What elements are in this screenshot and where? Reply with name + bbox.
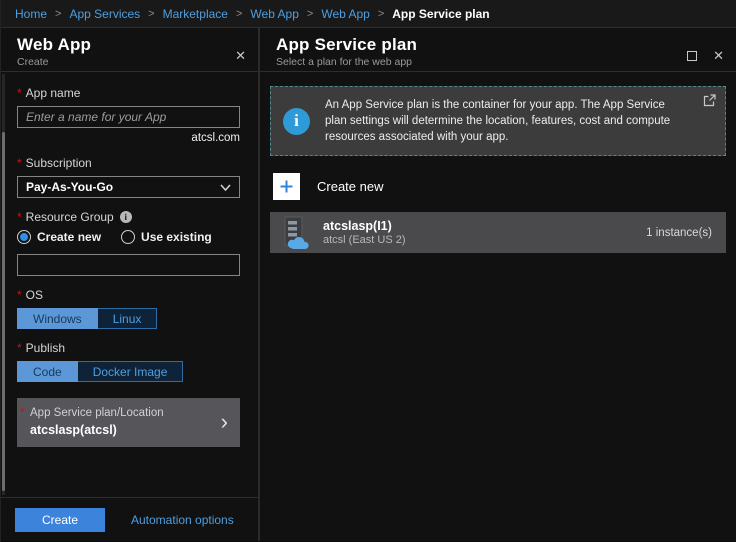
breadcrumb-separator: > bbox=[377, 7, 385, 20]
web-app-blade-footer: Create Automation options bbox=[1, 497, 258, 541]
required-marker: * bbox=[17, 210, 22, 224]
info-icon[interactable]: i bbox=[119, 211, 132, 223]
info-banner-text: An App Service plan is the container for… bbox=[325, 99, 671, 144]
web-app-create-blade: Web App Create ✕ * App name atcsl.com bbox=[1, 28, 260, 541]
blade-subtitle: Create bbox=[17, 56, 49, 68]
breadcrumb-marketplace[interactable]: Marketplace bbox=[163, 7, 228, 21]
maximize-icon[interactable] bbox=[687, 50, 698, 61]
radio-use-existing-label: Use existing bbox=[141, 230, 212, 244]
os-windows-button[interactable]: Windows bbox=[17, 308, 98, 329]
app-service-plan-selector-text: * App Service plan/Location atcslasp(atc… bbox=[20, 405, 164, 437]
plan-detail: atcsl (East US 2) bbox=[323, 234, 406, 247]
app-name-domain-suffix: atcsl.com bbox=[191, 132, 240, 144]
breadcrumb-web-app-2[interactable]: Web App bbox=[321, 7, 369, 21]
close-icon[interactable]: ✕ bbox=[713, 49, 724, 62]
app-service-plan-icon bbox=[280, 216, 310, 250]
scrollbar-thumb[interactable] bbox=[2, 132, 5, 491]
web-app-blade-titles: Web App Create bbox=[17, 35, 91, 71]
app-name-input[interactable] bbox=[17, 106, 240, 128]
app-name-label-text: App name bbox=[25, 86, 81, 100]
publish-code-button[interactable]: Code bbox=[17, 361, 78, 382]
app-service-plan-selector-value: atcslasp(atcsl) bbox=[30, 423, 117, 437]
blade-container: Web App Create ✕ * App name atcsl.com bbox=[1, 28, 736, 541]
breadcrumb-web-app-1[interactable]: Web App bbox=[250, 7, 298, 21]
subscription-select[interactable]: Pay-As-You-Go bbox=[17, 176, 240, 198]
info-icon: i bbox=[283, 107, 310, 135]
close-icon[interactable]: ✕ bbox=[235, 49, 246, 62]
radio-create-new[interactable]: Create new bbox=[17, 230, 101, 244]
breadcrumb-home[interactable]: Home bbox=[15, 7, 47, 21]
required-marker: * bbox=[17, 86, 22, 100]
resource-group-radio-group: Create new Use existing bbox=[17, 230, 240, 244]
app-service-plan-selector-label-row: * App Service plan/Location bbox=[20, 405, 164, 419]
plan-list-item[interactable]: atcslasp(I1) atcsl (East US 2) 1 instanc… bbox=[270, 212, 726, 254]
automation-options-link[interactable]: Automation options bbox=[131, 513, 234, 527]
blade-header-icons: ✕ bbox=[235, 35, 246, 71]
app-service-plan-blade-header: App Service plan Select a plan for the w… bbox=[260, 28, 736, 72]
os-label: * OS bbox=[17, 288, 240, 302]
radio-unselected-icon[interactable] bbox=[121, 230, 136, 244]
publish-toggle-group: Code Docker Image bbox=[17, 361, 240, 382]
breadcrumb-separator: > bbox=[148, 7, 155, 20]
blade-title: App Service plan bbox=[276, 35, 418, 54]
create-button[interactable]: Create bbox=[15, 507, 105, 532]
subscription-selected-value: Pay-As-You-Go bbox=[26, 180, 114, 194]
breadcrumb-separator: > bbox=[55, 7, 62, 20]
azure-portal-window: Home > App Services > Marketplace > Web … bbox=[0, 0, 736, 542]
publish-label: * Publish bbox=[17, 341, 240, 355]
resource-group-input[interactable] bbox=[17, 254, 240, 276]
publish-docker-button[interactable]: Docker Image bbox=[77, 361, 184, 382]
blade-title: Web App bbox=[17, 35, 92, 54]
breadcrumb-separator: > bbox=[306, 7, 314, 20]
required-marker: * bbox=[20, 405, 25, 419]
breadcrumb: Home > App Services > Marketplace > Web … bbox=[1, 0, 736, 28]
chevron-down-icon bbox=[220, 180, 231, 194]
plan-text: atcslasp(I1) atcsl (East US 2) bbox=[323, 219, 633, 246]
required-marker: * bbox=[17, 156, 22, 170]
required-marker: * bbox=[17, 341, 22, 355]
web-app-form: * App name atcsl.com * Subscription Pay-… bbox=[1, 72, 258, 447]
blade-header-icons: ✕ bbox=[687, 35, 724, 71]
plus-icon bbox=[273, 173, 300, 201]
chevron-right-icon: › bbox=[220, 409, 228, 434]
scrollbar[interactable] bbox=[2, 74, 5, 495]
info-banner: i An App Service plan is the container f… bbox=[270, 86, 726, 157]
plan-instance-count: 1 instance(s) bbox=[646, 226, 712, 239]
app-service-plan-blade: App Service plan Select a plan for the w… bbox=[260, 28, 736, 541]
app-name-label: * App name bbox=[17, 86, 240, 100]
os-toggle-group: Windows Linux bbox=[17, 308, 240, 329]
create-new-plan-button[interactable]: Create new bbox=[273, 173, 726, 201]
os-linux-button[interactable]: Linux bbox=[97, 308, 158, 329]
app-service-plan-selector[interactable]: * App Service plan/Location atcslasp(atc… bbox=[17, 398, 240, 447]
subscription-label: * Subscription bbox=[17, 156, 240, 170]
plan-name: atcslasp(I1) bbox=[323, 219, 392, 234]
web-app-blade-header: Web App Create ✕ bbox=[1, 28, 258, 72]
breadcrumb-current: App Service plan bbox=[392, 6, 490, 21]
app-service-plan-selector-label: App Service plan/Location bbox=[30, 407, 164, 419]
radio-use-existing[interactable]: Use existing bbox=[121, 230, 212, 244]
external-link-icon[interactable] bbox=[703, 94, 716, 112]
required-marker: * bbox=[17, 288, 22, 302]
breadcrumb-app-services[interactable]: App Services bbox=[69, 7, 140, 21]
os-label-text: OS bbox=[25, 288, 44, 302]
radio-create-new-label: Create new bbox=[37, 230, 102, 244]
app-service-plan-blade-titles: App Service plan Select a plan for the w… bbox=[276, 35, 417, 71]
resource-group-label-text: Resource Group bbox=[25, 210, 114, 224]
app-service-plan-body: i An App Service plan is the container f… bbox=[260, 72, 736, 254]
resource-group-label: * Resource Group i bbox=[17, 210, 240, 224]
publish-label-text: Publish bbox=[25, 341, 66, 355]
subscription-label-text: Subscription bbox=[25, 156, 92, 170]
blade-subtitle: Select a plan for the web app bbox=[276, 56, 413, 68]
create-new-label: Create new bbox=[317, 179, 384, 195]
breadcrumb-separator: > bbox=[235, 7, 243, 20]
radio-selected-icon[interactable] bbox=[17, 230, 31, 244]
